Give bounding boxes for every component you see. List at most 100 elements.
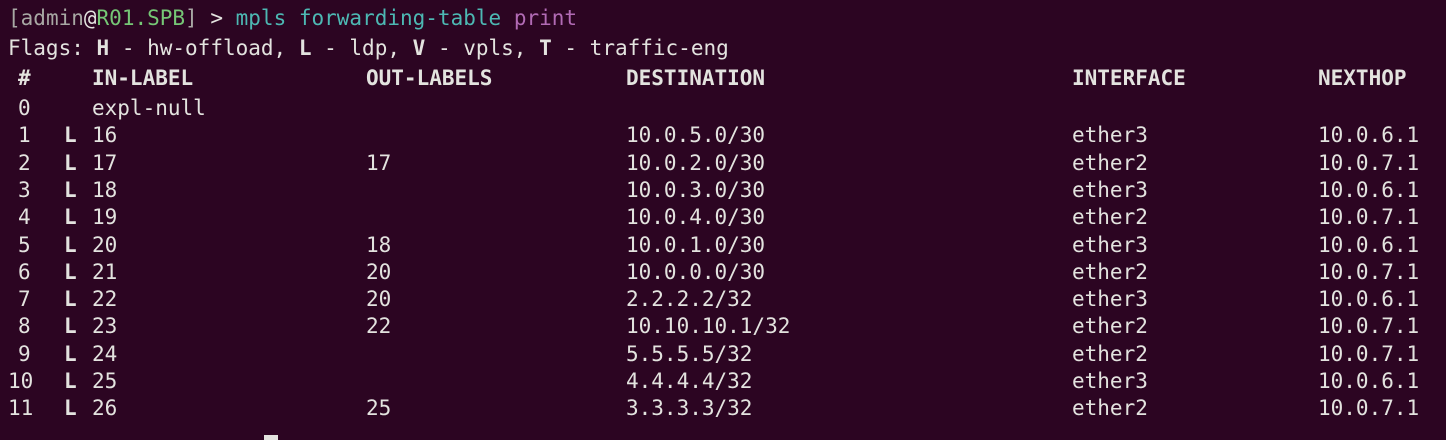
row-flag: L bbox=[64, 396, 77, 421]
row-in-label: 17 bbox=[92, 150, 118, 175]
row-destination: 4.4.4.4/32 bbox=[626, 369, 753, 393]
prompt-open-bracket: [ bbox=[8, 6, 21, 30]
row-number: 6 bbox=[18, 259, 31, 284]
prompt-command-argument: print bbox=[513, 6, 578, 30]
row-in-label: 25 bbox=[92, 369, 118, 393]
header-num: # bbox=[18, 66, 31, 90]
table-row: 11 L 26 25 3.3.3.3/32 ether2 10.0.7.1 bbox=[0, 395, 1446, 422]
flag-desc-v: - vpls, bbox=[425, 36, 540, 60]
row-flag: L bbox=[64, 287, 77, 312]
row-nexthop: 10.0.6.1 bbox=[1318, 287, 1420, 312]
row-flag: L bbox=[64, 123, 77, 148]
row-destination: 10.10.10.1/32 bbox=[626, 314, 791, 339]
table-row: 0 expl-null bbox=[0, 95, 1446, 122]
row-nexthop: 10.0.6.1 bbox=[1318, 177, 1420, 202]
row-flag: L bbox=[64, 232, 77, 257]
table-row: 6 L 21 20 10.0.0.0/30 ether2 10.0.7.1 bbox=[0, 259, 1446, 286]
row-interface: ether2 bbox=[1072, 205, 1148, 230]
row-flag: L bbox=[64, 177, 77, 202]
flag-desc-t: - traffic-eng bbox=[551, 36, 729, 60]
row-in-label: expl-null bbox=[92, 96, 206, 120]
row-number: 9 bbox=[18, 341, 31, 366]
row-destination: 5.5.5.5/32 bbox=[626, 341, 753, 366]
row-flag: L bbox=[64, 341, 77, 366]
row-nexthop: 10.0.7.1 bbox=[1318, 150, 1420, 175]
row-number: 7 bbox=[18, 287, 31, 312]
row-number: 2 bbox=[18, 150, 31, 175]
row-destination: 10.0.0.0/30 bbox=[626, 259, 766, 284]
row-in-label: 22 bbox=[92, 287, 118, 312]
row-destination: 10.0.2.0/30 bbox=[626, 150, 766, 175]
row-in-label: 24 bbox=[92, 341, 118, 366]
row-number: 1 bbox=[18, 123, 31, 148]
row-nexthop: 10.0.7.1 bbox=[1318, 205, 1420, 230]
table-row: 2 L 17 17 10.0.2.0/30 ether2 10.0.7.1 bbox=[0, 150, 1446, 177]
row-in-label: 20 bbox=[92, 232, 118, 257]
table-row: 4 L 19 10.0.4.0/30 ether2 10.0.7.1 bbox=[0, 204, 1446, 231]
row-destination: 10.0.5.0/30 bbox=[626, 123, 766, 148]
row-out-labels: 18 bbox=[366, 232, 392, 257]
row-destination: 3.3.3.3/32 bbox=[626, 396, 753, 421]
row-interface: ether3 bbox=[1072, 287, 1148, 312]
row-nexthop: 10.0.6.1 bbox=[1318, 232, 1420, 257]
row-number: 10 bbox=[8, 369, 34, 393]
table-row: 5 L 20 18 10.0.1.0/30 ether3 10.0.6.1 bbox=[0, 232, 1446, 259]
row-number: 5 bbox=[18, 232, 31, 257]
table-header-row: # IN-LABEL OUT-LABELS DESTINATION INTERF… bbox=[0, 65, 1446, 92]
row-destination: 10.0.3.0/30 bbox=[626, 177, 766, 202]
table-row: 10 L 25 4.4.4.4/32 ether3 10.0.6.1 bbox=[0, 368, 1446, 395]
flag-desc-h: - hw-offload, bbox=[109, 36, 299, 60]
row-in-label: 23 bbox=[92, 314, 118, 339]
table-row: 8 L 23 22 10.10.10.1/32 ether2 10.0.7.1 bbox=[0, 313, 1446, 340]
command-prompt-line: [admin@R01.SPB] > mpls forwarding-table … bbox=[8, 5, 577, 31]
row-in-label: 19 bbox=[92, 205, 118, 230]
table-row: 1 L 16 10.0.5.0/30 ether3 10.0.6.1 bbox=[0, 122, 1446, 149]
prompt-arrow: > bbox=[197, 6, 236, 30]
row-in-label: 16 bbox=[92, 123, 118, 148]
flags-prefix: Flags: bbox=[8, 36, 97, 60]
header-out-labels: OUT-LABELS bbox=[366, 66, 493, 90]
flag-key-t: T bbox=[539, 36, 552, 60]
row-number: 11 bbox=[8, 396, 34, 421]
prompt-close-bracket: ] bbox=[185, 6, 198, 30]
flag-key-v: V bbox=[412, 36, 426, 60]
row-destination: 2.2.2.2/32 bbox=[626, 287, 753, 312]
prompt-command: mpls forwarding-table bbox=[235, 6, 502, 30]
row-flag: L bbox=[64, 314, 77, 339]
terminal-window[interactable]: [admin@R01.SPB] > mpls forwarding-table … bbox=[0, 0, 1446, 440]
row-in-label: 21 bbox=[92, 259, 118, 284]
row-out-labels: 20 bbox=[366, 259, 392, 284]
row-flag: L bbox=[64, 369, 77, 393]
row-flag: L bbox=[64, 205, 77, 230]
row-interface: ether2 bbox=[1072, 314, 1148, 339]
flag-desc-l: - ldp, bbox=[311, 36, 413, 60]
prompt-user: admin bbox=[20, 6, 84, 30]
row-in-label: 26 bbox=[92, 396, 118, 421]
row-interface: ether2 bbox=[1072, 259, 1148, 284]
row-number: 8 bbox=[18, 314, 31, 339]
row-number: 3 bbox=[18, 177, 31, 202]
row-flag: L bbox=[64, 150, 77, 175]
row-in-label: 18 bbox=[92, 177, 118, 202]
row-nexthop: 10.0.7.1 bbox=[1318, 259, 1420, 284]
flag-key-l: L bbox=[298, 36, 312, 60]
row-interface: ether3 bbox=[1072, 177, 1148, 202]
flags-legend-line: Flags: H - hw-offload, L - ldp, V - vpls… bbox=[8, 35, 729, 61]
row-number: 4 bbox=[18, 205, 31, 230]
row-interface: ether3 bbox=[1072, 232, 1148, 257]
row-interface: ether2 bbox=[1072, 341, 1148, 366]
header-nexthop: NEXTHOP bbox=[1318, 66, 1407, 90]
header-destination: DESTINATION bbox=[626, 66, 766, 90]
row-interface: ether3 bbox=[1072, 123, 1148, 148]
row-nexthop: 10.0.7.1 bbox=[1318, 314, 1420, 339]
prompt-at: @ bbox=[83, 6, 97, 30]
row-out-labels: 22 bbox=[366, 314, 392, 339]
header-interface: INTERFACE bbox=[1072, 66, 1186, 90]
prompt-host: R01.SPB bbox=[96, 6, 186, 30]
row-interface: ether2 bbox=[1072, 396, 1148, 421]
row-out-labels: 17 bbox=[366, 150, 392, 175]
row-interface: ether2 bbox=[1072, 150, 1148, 175]
table-row: 9 L 24 5.5.5.5/32 ether2 10.0.7.1 bbox=[0, 341, 1446, 368]
row-interface: ether3 bbox=[1072, 369, 1148, 393]
row-nexthop: 10.0.7.1 bbox=[1318, 396, 1420, 421]
